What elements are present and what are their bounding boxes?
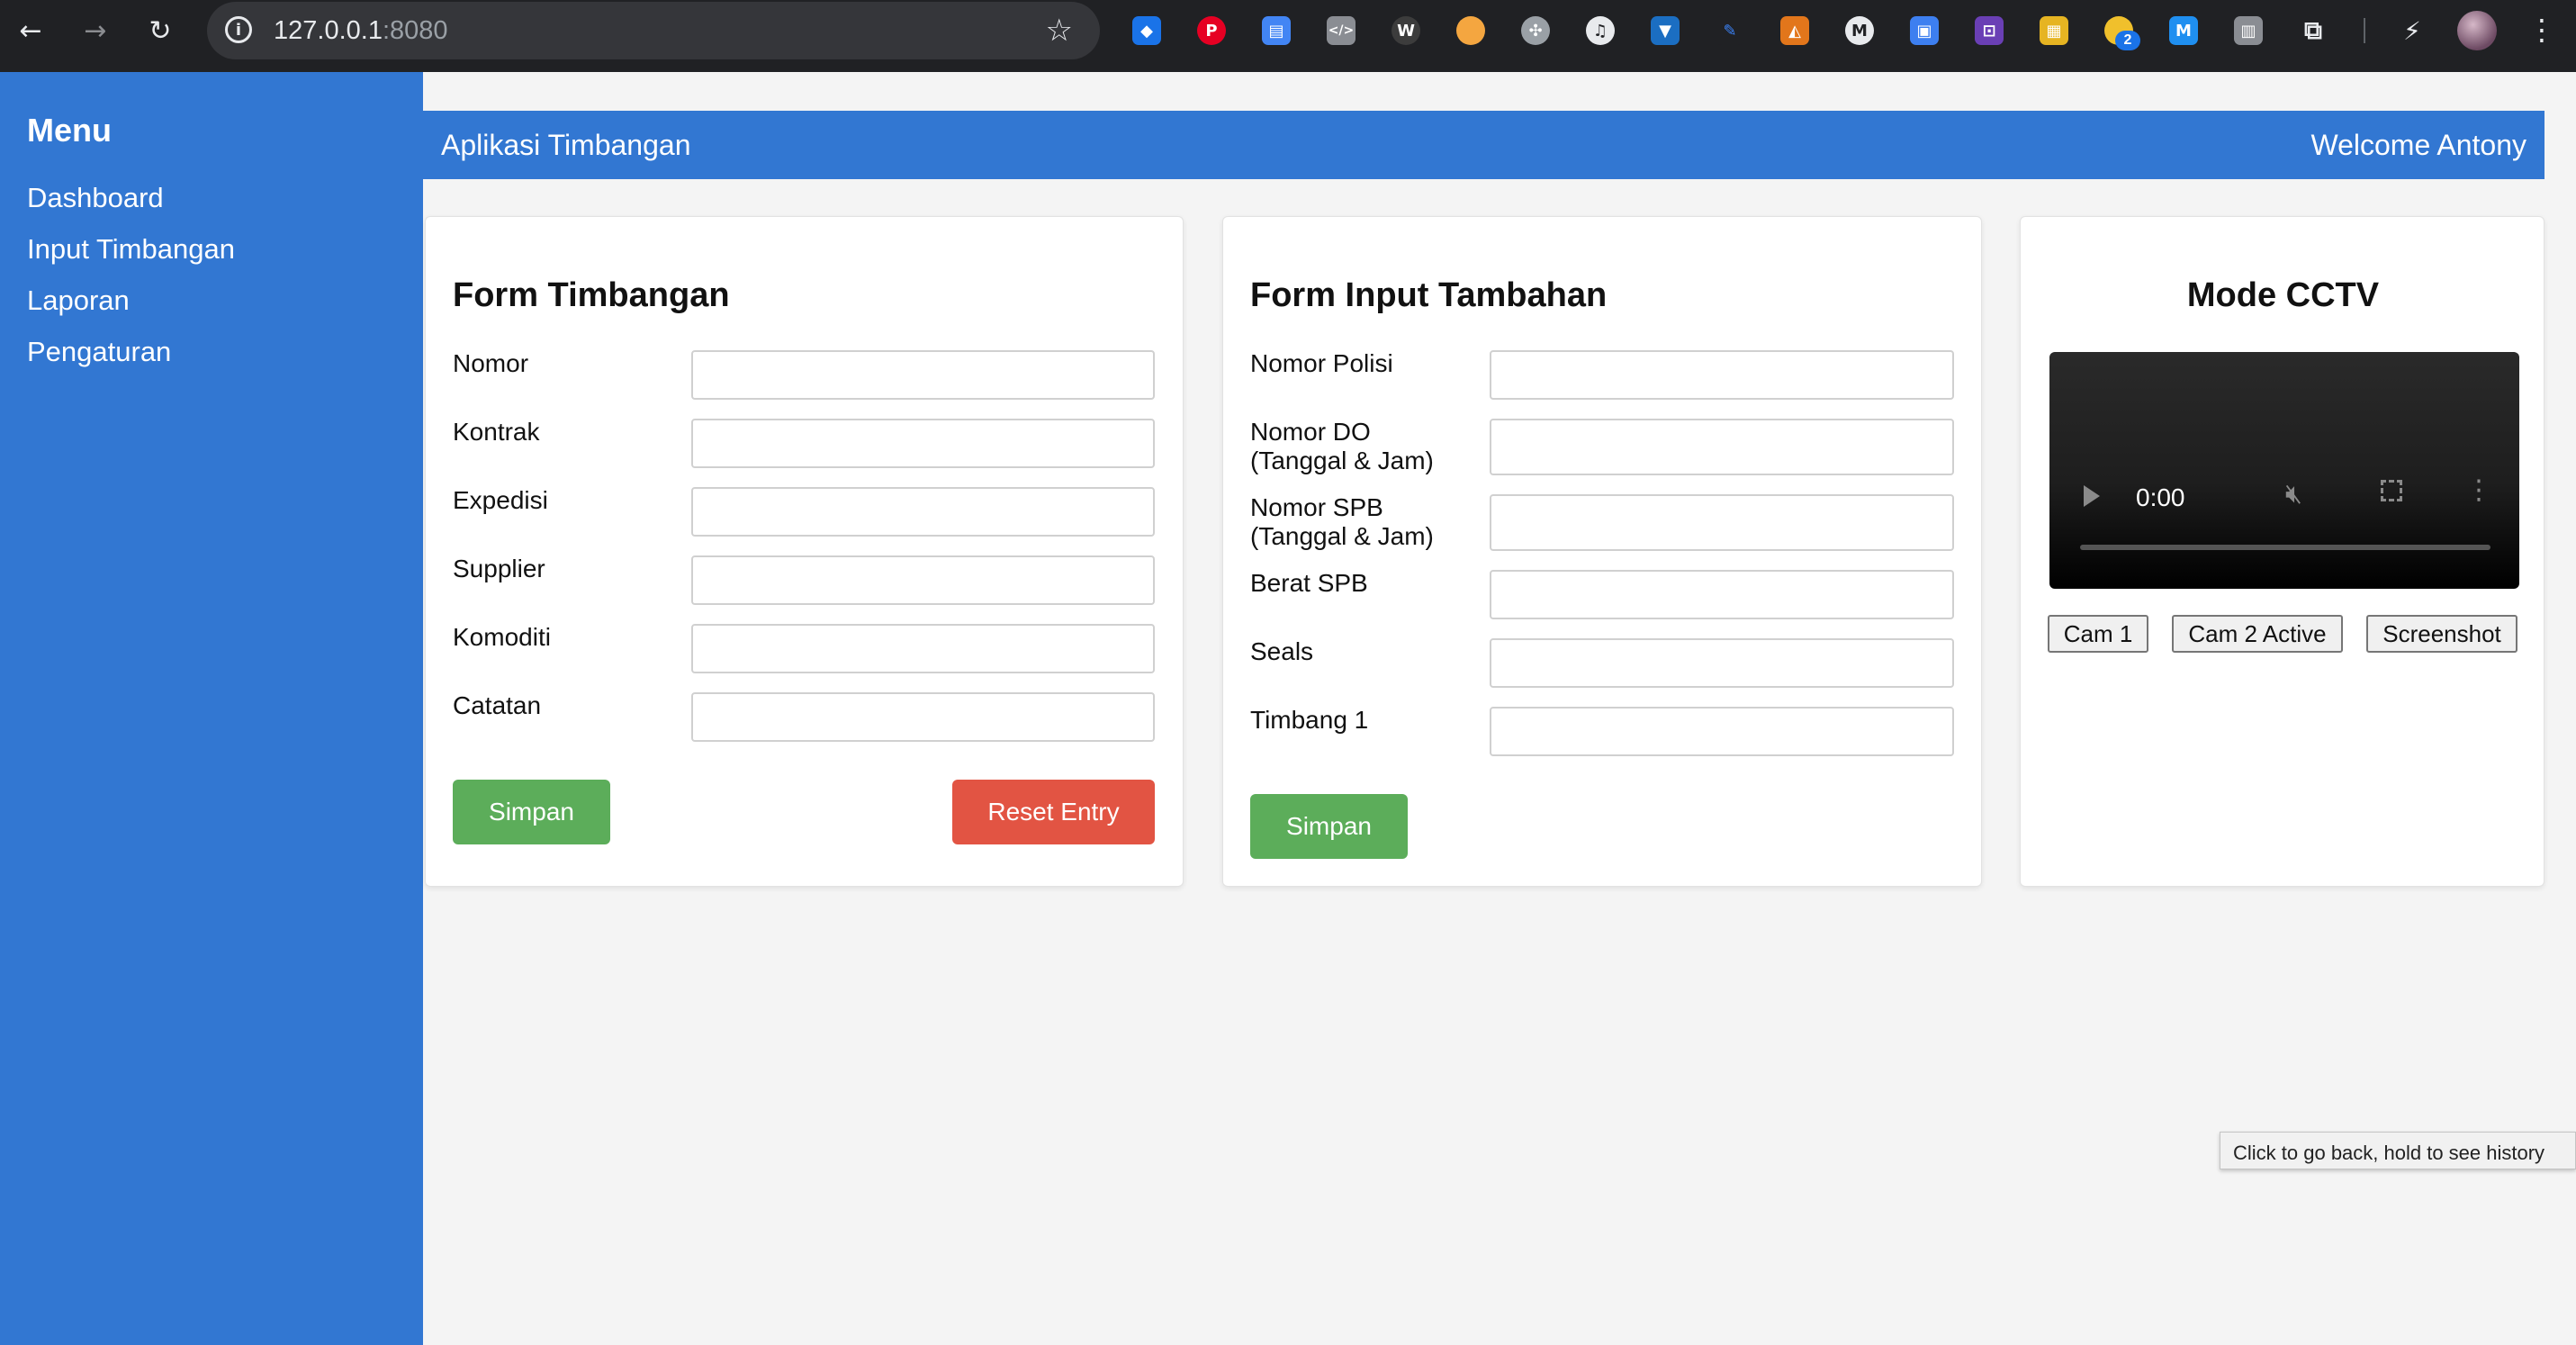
browser-toolbar: ← → ↻ i 127.0.0.1:8080 ☆ ◆ P ▤ </> W ✣ ♫… — [0, 0, 2576, 72]
welcome-text: Welcome Antony — [2310, 129, 2526, 161]
cam-1-button[interactable]: Cam 1 — [2048, 615, 2148, 653]
extension-badge: 2 — [2115, 31, 2140, 50]
supplier-input[interactable] — [691, 555, 1155, 605]
nomor-spb-label-line2: (Tanggal & Jam) — [1250, 522, 1434, 550]
kontrak-input[interactable] — [691, 419, 1155, 468]
nomor-polisi-label: Nomor Polisi — [1250, 349, 1393, 377]
form-tambahan-card: Form Input Tambahan Nomor Polisi Nomor D… — [1222, 216, 1982, 887]
berat-spb-label: Berat SPB — [1250, 569, 1368, 597]
app-title: Aplikasi Timbangan — [441, 129, 691, 161]
menu-dots-icon[interactable]: ⋮ — [2527, 13, 2556, 47]
berat-spb-input[interactable] — [1490, 570, 1954, 619]
wordpress-icon[interactable]: W — [1392, 16, 1420, 45]
puzzle-icon[interactable]: ⧉ — [2299, 15, 2328, 45]
site-info-icon[interactable]: i — [225, 16, 252, 43]
address-bar[interactable]: i 127.0.0.1:8080 ☆ — [207, 2, 1100, 59]
video-progress-track[interactable] — [2080, 545, 2490, 550]
cctv-video-player[interactable]: 0:00 🔇︎ ⋮ — [2049, 352, 2519, 589]
url-host: 127.0.0.1 — [274, 16, 383, 45]
nomor-polisi-input[interactable] — [1490, 350, 1954, 400]
nomor-spb-label: Nomor SPB (Tanggal & Jam) — [1250, 493, 1434, 551]
sidebar-item-laporan[interactable]: Laporan — [27, 284, 130, 317]
save-button[interactable]: Simpan — [453, 780, 610, 844]
code-icon[interactable]: </> — [1327, 16, 1356, 45]
nomor-do-label-line2: (Tanggal & Jam) — [1250, 447, 1434, 474]
form-timbangan-title: Form Timbangan — [453, 276, 730, 314]
more-options-icon[interactable]: ⋮ — [2465, 474, 2492, 506]
sidebar-item-pengaturan[interactable]: Pengaturan — [27, 336, 171, 368]
egg-icon[interactable] — [1456, 16, 1485, 45]
seals-label: Seals — [1250, 637, 1314, 665]
nomor-do-label-line1: Nomor DO — [1250, 418, 1371, 446]
reset-entry-button[interactable]: Reset Entry — [952, 780, 1155, 844]
chip-icon[interactable]: ▦ — [2040, 16, 2068, 45]
address-url: 127.0.0.1:8080 — [274, 16, 448, 46]
supplier-label: Supplier — [453, 555, 545, 582]
sidebar-title: Menu — [27, 112, 112, 149]
metamask-icon[interactable]: ◭ — [1780, 16, 1809, 45]
nomor-input[interactable] — [691, 350, 1155, 400]
shield-icon[interactable]: ▼ — [1651, 16, 1680, 45]
komoditi-input[interactable] — [691, 624, 1155, 673]
sidebar-item-dashboard[interactable]: Dashboard — [27, 182, 164, 214]
kontrak-label: Kontrak — [453, 418, 540, 446]
komoditi-label: Komoditi — [453, 623, 551, 651]
cctv-title: Mode CCTV — [2186, 276, 2380, 314]
expedisi-input[interactable] — [691, 487, 1155, 537]
timbang-1-input[interactable] — [1490, 707, 1954, 756]
nomor-do-label: Nomor DO (Tanggal & Jam) — [1250, 418, 1434, 475]
seals-input[interactable] — [1490, 638, 1954, 688]
video-time: 0:00 — [2136, 483, 2185, 511]
bookmark-star-icon[interactable]: ☆ — [1046, 13, 1073, 49]
mute-icon[interactable]: 🔇︎ — [2285, 478, 2302, 510]
window-icon[interactable]: ▣ — [1910, 16, 1939, 45]
play-icon[interactable] — [2084, 485, 2100, 507]
box-icon[interactable]: ▥ — [2234, 16, 2263, 45]
pinterest-icon[interactable]: P — [1197, 16, 1226, 45]
reload-icon[interactable]: ↻ — [142, 13, 178, 49]
app-header: Aplikasi Timbangan Welcome Antony — [423, 111, 2544, 179]
save-tambahan-button[interactable]: Simpan — [1250, 794, 1408, 859]
fullscreen-icon[interactable] — [2381, 480, 2402, 501]
back-icon[interactable]: ← — [13, 13, 49, 49]
cctv-card: Mode CCTV 0:00 🔇︎ ⋮ Cam 1 Cam 2 Active S… — [2020, 216, 2544, 887]
capture-icon[interactable]: ⊡ — [1975, 16, 2004, 45]
timbang-1-label: Timbang 1 — [1250, 706, 1369, 734]
sidebar-item-input-timbangan[interactable]: Input Timbangan — [27, 233, 235, 266]
docs-icon[interactable]: ▤ — [1262, 16, 1291, 45]
nomor-do-input[interactable] — [1490, 419, 1954, 475]
url-port: :8080 — [382, 16, 448, 45]
back-button-tooltip: Click to go back, hold to see history — [2220, 1132, 2576, 1169]
form-timbangan-card: Form Timbangan Nomor Kontrak Expedisi Su… — [425, 216, 1184, 887]
expedisi-label: Expedisi — [453, 486, 548, 514]
cam-2-active-button[interactable]: Cam 2 Active — [2172, 615, 2343, 653]
performance-icon[interactable]: ⚡ — [2398, 16, 2427, 46]
nomor-label: Nomor — [453, 349, 529, 377]
catatan-input[interactable] — [691, 692, 1155, 742]
toolbar-divider — [2364, 18, 2365, 43]
nomor-spb-input[interactable] — [1490, 494, 1954, 551]
nomor-spb-label-line1: Nomor SPB — [1250, 493, 1383, 521]
m-logo-icon[interactable]: M — [2169, 16, 2198, 45]
form-tambahan-title: Form Input Tambahan — [1250, 276, 1608, 314]
sidebar: Menu Dashboard Input Timbangan Laporan P… — [0, 72, 423, 1345]
extension-globe-icon[interactable]: ✣ — [1521, 16, 1550, 45]
avatar[interactable] — [2457, 11, 2497, 50]
pen-icon[interactable]: ✎ — [1716, 16, 1744, 45]
music-icon[interactable]: ♫ — [1586, 16, 1615, 45]
screenshot-button[interactable]: Screenshot — [2366, 615, 2517, 653]
extension-icon-1[interactable]: ◆ — [1132, 16, 1161, 45]
m-circle-icon[interactable]: M — [1845, 16, 1874, 45]
catatan-label: Catatan — [453, 691, 542, 719]
forward-icon[interactable]: → — [77, 13, 113, 49]
